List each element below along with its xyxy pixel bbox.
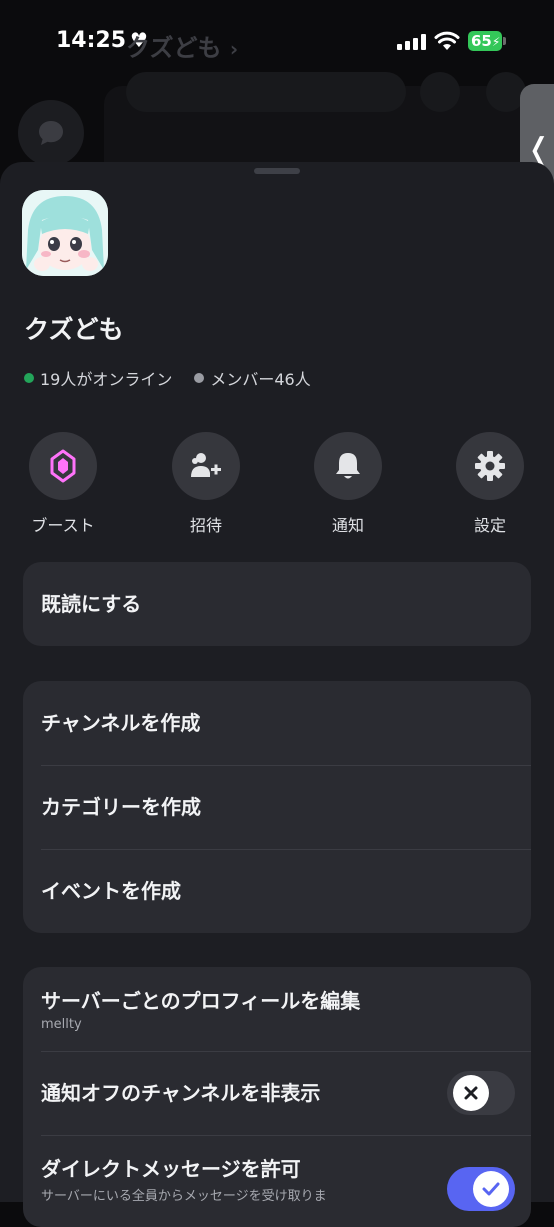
anime-avatar-image xyxy=(22,190,108,276)
mark-read-item[interactable]: 既読にする xyxy=(23,562,531,646)
settings-circle[interactable] xyxy=(456,432,524,500)
invite-circle[interactable] xyxy=(172,432,240,500)
charging-icon: ⚡ xyxy=(491,35,501,49)
settings-button[interactable]: 設定 xyxy=(455,432,525,536)
create-event-label: イベントを作成 xyxy=(41,879,181,903)
boost-button[interactable]: ブースト xyxy=(28,432,98,536)
sheet-grabber[interactable] xyxy=(254,168,300,174)
toggle-knob xyxy=(473,1171,509,1207)
server-name: クズども xyxy=(24,315,124,344)
create-card: チャンネルを作成 カテゴリーを作成 イベントを作成 xyxy=(23,681,531,933)
background-server-title: クズども › xyxy=(126,28,238,63)
mark-read-card: 既読にする xyxy=(23,562,531,646)
create-event-item[interactable]: イベントを作成 xyxy=(23,849,531,933)
boost-circle[interactable] xyxy=(29,432,97,500)
online-count: 19人がオンライン xyxy=(40,370,173,389)
gear-icon xyxy=(475,451,505,481)
allow-dm-label: ダイレクトメッセージを許可 xyxy=(41,1157,301,1181)
status-bar: 14:25 ♥ 65⚡ xyxy=(0,0,554,80)
allow-dm-item[interactable]: ダイレクトメッセージを許可 サーバーにいる全員からメッセージを受け取りま xyxy=(23,1135,531,1219)
hide-muted-item[interactable]: 通知オフのチャンネルを非表示 xyxy=(23,1051,531,1135)
boost-gem-icon xyxy=(50,449,76,483)
allow-dm-toggle[interactable] xyxy=(447,1167,515,1211)
add-person-icon xyxy=(191,453,221,477)
boost-label: ブースト xyxy=(31,516,95,535)
bell-icon xyxy=(336,453,360,479)
check-icon xyxy=(482,1182,500,1196)
server-avatar xyxy=(22,190,108,276)
server-settings-card: サーバーごとのプロフィールを編集 mellty 通知オフのチャンネルを非表示 ダ… xyxy=(23,967,531,1227)
mark-read-label: 既読にする xyxy=(41,592,142,616)
x-icon xyxy=(464,1086,478,1100)
background-title-text: クズども xyxy=(126,34,222,62)
notifications-label: 通知 xyxy=(331,516,364,535)
edit-profile-item[interactable]: サーバーごとのプロフィールを編集 mellty xyxy=(23,967,531,1051)
background-circle-button xyxy=(420,72,460,112)
notifications-circle[interactable] xyxy=(314,432,382,500)
chat-bubble-icon xyxy=(39,121,63,145)
time-text: 14:25 xyxy=(56,28,127,53)
background-messages-button xyxy=(18,100,84,166)
create-category-item[interactable]: カテゴリーを作成 xyxy=(23,765,531,849)
edit-profile-label: サーバーごとのプロフィールを編集 xyxy=(41,989,361,1013)
create-channel-label: チャンネルを作成 xyxy=(41,711,201,735)
notifications-button[interactable]: 通知 xyxy=(313,432,383,536)
battery-level: 65 xyxy=(471,32,492,50)
online-dot-icon xyxy=(24,373,34,383)
battery-indicator: 65⚡ xyxy=(468,31,502,51)
member-count: メンバー46人 xyxy=(210,370,311,389)
hide-muted-label: 通知オフのチャンネルを非表示 xyxy=(41,1081,321,1105)
allow-dm-description: サーバーにいる全員からメッセージを受け取りま xyxy=(41,1189,327,1204)
member-dot-icon xyxy=(194,373,205,383)
toggle-knob xyxy=(453,1075,489,1111)
settings-label: 設定 xyxy=(473,516,506,535)
create-channel-item[interactable]: チャンネルを作成 xyxy=(23,681,531,765)
invite-label: 招待 xyxy=(189,516,222,535)
invite-button[interactable]: 招待 xyxy=(171,432,241,536)
cellular-signal-icon xyxy=(397,34,427,50)
edit-profile-username: mellty xyxy=(41,1017,82,1032)
hide-muted-toggle[interactable] xyxy=(447,1071,515,1115)
wifi-icon xyxy=(434,31,460,50)
server-stats: 19人がオンライン メンバー46人 xyxy=(24,366,311,390)
chevron-right-icon: › xyxy=(229,37,239,61)
battery-tip xyxy=(503,37,506,45)
create-category-label: カテゴリーを作成 xyxy=(41,795,201,819)
background-search-pill xyxy=(126,72,406,112)
